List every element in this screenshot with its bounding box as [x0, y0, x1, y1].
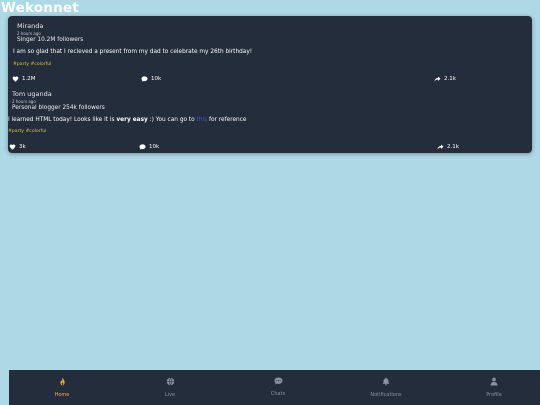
- reference-link[interactable]: this: [197, 117, 208, 123]
- share-count: 2.1k: [444, 76, 456, 82]
- feed-container: Miranda 2 hours ago Singer 10.2M followe…: [8, 16, 532, 153]
- nav-item-chats[interactable]: Chats: [238, 370, 318, 405]
- bottom-nav: Home Live Chats Notifications Profile: [9, 370, 540, 405]
- flame-icon: [59, 370, 66, 386]
- post-body-text: I learned HTML today! Looks like it is: [8, 117, 117, 123]
- share-button[interactable]: 2.1k: [437, 144, 459, 150]
- comment-count: 10k: [149, 144, 160, 150]
- share-icon: [437, 144, 444, 150]
- nav-label-notifications: Notifications: [370, 392, 402, 398]
- post-tags[interactable]: #party #colorful: [13, 62, 51, 67]
- app-brand-title: Wekonnet: [1, 0, 79, 16]
- post-tags[interactable]: #party #colorful: [8, 129, 46, 134]
- comment-button[interactable]: 10k: [141, 76, 161, 82]
- comment-count: 10k: [151, 76, 162, 82]
- nav-item-home[interactable]: Home: [22, 370, 102, 405]
- post-body: I learned HTML today! Looks like it is v…: [8, 117, 246, 123]
- nav-label-home: Home: [54, 392, 70, 398]
- share-icon: [434, 76, 441, 82]
- nav-item-notifications[interactable]: Notifications: [346, 370, 426, 405]
- comment-button[interactable]: 10k: [139, 144, 159, 150]
- post-time: 2 hours ago: [12, 99, 36, 104]
- heart-icon: [12, 76, 19, 82]
- nav-label-chats: Chats: [270, 391, 286, 397]
- comment-icon: [139, 144, 146, 150]
- post-body-text: :) You can go to: [147, 117, 197, 123]
- post-author-meta: Singer 10.2M followers: [17, 37, 84, 43]
- like-count: 3k: [19, 144, 26, 150]
- post-author-meta: Personal blogger 254k followers: [12, 105, 105, 111]
- nav-item-profile[interactable]: Profile: [454, 370, 534, 405]
- bell-icon: [382, 370, 390, 386]
- user-icon: [490, 370, 498, 386]
- chat-bubble-icon: [274, 370, 283, 385]
- like-button[interactable]: 3k: [9, 144, 26, 150]
- post-body: I am so glad that I recieved a present f…: [13, 49, 253, 55]
- globe-icon: [166, 370, 175, 386]
- nav-item-live[interactable]: Live: [130, 370, 210, 405]
- like-button[interactable]: 1.2M: [12, 76, 36, 82]
- post-author[interactable]: Miranda: [17, 22, 43, 30]
- post-body-text: for reference: [207, 117, 247, 123]
- post-author[interactable]: Tom uganda: [12, 90, 52, 98]
- share-count: 2.1k: [447, 144, 459, 150]
- share-button[interactable]: 2.1k: [434, 76, 456, 82]
- comment-icon: [141, 76, 148, 82]
- heart-icon: [9, 144, 16, 150]
- like-count: 1.2M: [22, 76, 36, 82]
- nav-label-profile: Profile: [486, 392, 502, 398]
- nav-label-live: Live: [164, 392, 176, 398]
- post-time: 2 hours ago: [17, 31, 41, 36]
- post-body-bold: very easy: [116, 117, 148, 123]
